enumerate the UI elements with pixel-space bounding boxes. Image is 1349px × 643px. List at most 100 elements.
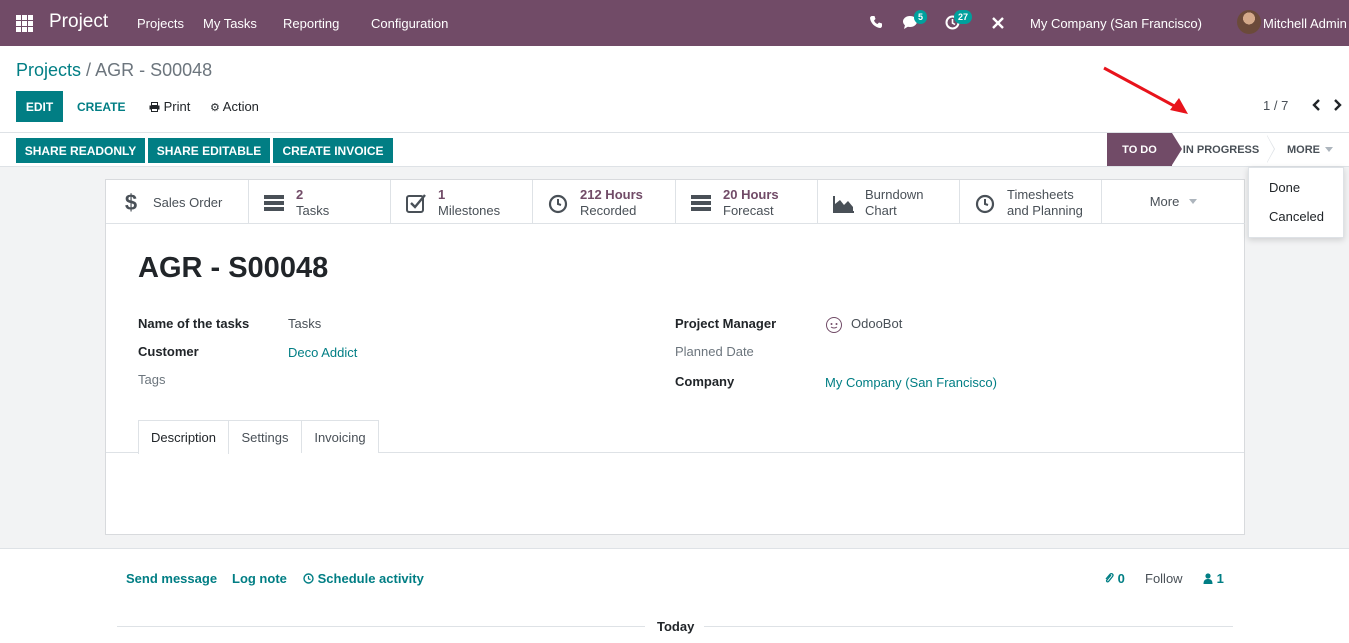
checkbox-icon [406,194,426,213]
log-note-button[interactable]: Log note [232,571,287,586]
burndown-label-line1: Burndown [865,187,924,202]
dollar-icon: $ [125,192,137,214]
clock-icon [975,194,995,214]
smart-button-recorded-hours[interactable]: 212 Hours Recorded [533,180,676,224]
attachments-button[interactable]: 0 [1104,571,1125,586]
apps-menu-icon[interactable] [16,15,33,32]
smart-more-label: More [1149,194,1180,209]
debug-tools-icon[interactable] [991,16,1005,30]
chatter: Send message Log note Schedule activity … [0,548,1349,643]
customer-value[interactable]: Deco Addict [288,345,357,360]
breadcrumb: Projects / AGR - S00048 [16,60,212,81]
breadcrumb-projects[interactable]: Projects [16,60,81,80]
timesheets-label-line1: Timesheets [1007,187,1074,202]
menu-configuration[interactable]: Configuration [371,16,448,31]
activities-badge: 27 [954,10,973,24]
share-readonly-button[interactable]: SHARE READONLY [16,138,145,163]
messages-badge: 5 [914,10,928,24]
company-switcher[interactable]: My Company (San Francisco) [1030,16,1202,31]
smart-button-sales-order[interactable]: $ Sales Order [106,180,249,224]
odoobot-avatar-icon [826,317,842,333]
attachments-count: 0 [1117,571,1125,586]
user-menu[interactable]: Mitchell Admin [1263,16,1347,31]
print-icon [149,102,160,112]
followers-button[interactable]: 1 [1203,571,1224,586]
svg-text:$: $ [125,192,137,214]
create-button[interactable]: CREATE [77,100,125,114]
status-bar: SHARE READONLY SHARE EDITABLE CREATE INV… [0,132,1349,167]
milestones-label: Milestones [438,203,501,218]
name-of-tasks-value[interactable]: Tasks [288,316,321,331]
smart-button-milestones[interactable]: 1 Milestones [391,180,533,224]
breadcrumb-separator: / [86,60,92,80]
tab-invoicing[interactable]: Invoicing [302,420,379,453]
gear-icon: ⚙ [210,102,220,114]
schedule-activity-button[interactable]: Schedule activity [303,571,424,586]
customer-label: Customer [138,344,199,359]
stage-more-label: MORE [1287,143,1320,156]
smart-button-tasks[interactable]: 2 Tasks [249,180,391,224]
menu-reporting[interactable]: Reporting [283,16,339,31]
stage-to-do[interactable]: TO DO [1107,133,1182,166]
stage-more-dropdown[interactable]: MORE [1280,133,1340,166]
smart-button-forecast-hours[interactable]: 20 Hours Forecast [676,180,818,224]
caret-down-icon [1189,199,1198,204]
create-invoice-button[interactable]: CREATE INVOICE [273,138,393,163]
annotation-arrow-icon [1103,66,1188,114]
chevron-left-icon[interactable] [1311,99,1321,111]
user-avatar[interactable] [1237,10,1261,34]
company-value[interactable]: My Company (San Francisco) [825,375,997,390]
menu-projects[interactable]: Projects [137,16,184,31]
smart-button-timesheets-planning[interactable]: Timesheets and Planning [960,180,1102,224]
user-icon [1203,573,1213,584]
tasks-label: Tasks [296,203,330,218]
project-manager-value[interactable]: OdooBot [851,316,902,331]
action-button[interactable]: ⚙ Action [210,99,259,114]
stage-in-progress[interactable]: IN PROGRESS [1175,133,1275,166]
tasks-icon [264,195,284,211]
timesheets-label-line2: and Planning [1007,203,1083,218]
forecast-hours-label: Forecast [723,203,774,218]
menu-my-tasks[interactable]: My Tasks [203,16,257,31]
clock-icon [303,573,314,584]
planned-date-label: Planned Date [675,344,754,359]
forecast-hours-value: 20 Hours [723,187,779,202]
print-button[interactable]: Print [149,99,190,114]
tags-label: Tags [138,372,166,387]
edit-button[interactable]: EDIT [16,91,63,122]
follow-button[interactable]: Follow [1145,571,1183,586]
tab-settings[interactable]: Settings [229,420,302,453]
clock-icon [548,194,568,214]
schedule-activity-label: Schedule activity [317,571,424,586]
smart-button-burndown-chart[interactable]: Burndown Chart [818,180,960,224]
phone-icon[interactable] [869,15,883,29]
dropdown-item-done[interactable]: Done [1269,180,1300,195]
burndown-label-line2: Chart [865,203,897,218]
pager-value[interactable]: 1 / 7 [1263,98,1288,113]
milestones-count: 1 [438,187,446,202]
followers-count: 1 [1216,571,1224,586]
tab-description[interactable]: Description [138,420,229,454]
action-label: Action [222,99,259,114]
tasks-icon [691,195,711,211]
app-brand[interactable]: Project [49,11,108,33]
share-editable-button[interactable]: SHARE EDITABLE [148,138,270,163]
top-navbar: Project Projects My Tasks Reporting Conf… [0,0,1349,46]
caret-down-icon [1325,147,1333,152]
stage-dropdown-menu: Done Canceled [1248,167,1344,238]
recorded-hours-value: 212 Hours [580,187,643,202]
print-label: Print [163,99,191,114]
record-title[interactable]: AGR - S00048 [138,252,328,285]
tasks-count: 2 [296,187,304,202]
send-message-button[interactable]: Send message [126,571,217,586]
form-sheet: $ Sales Order 2 Tasks 1 Milestones 212 H… [105,179,1245,535]
area-chart-icon [833,196,854,213]
breadcrumb-current: AGR - S00048 [95,60,213,80]
project-manager-label: Project Manager [675,316,777,331]
chevron-right-icon[interactable] [1333,99,1343,111]
smart-button-more[interactable]: More [1102,180,1245,224]
company-label: Company [675,374,735,389]
dropdown-item-canceled[interactable]: Canceled [1269,209,1324,224]
paperclip-icon [1105,572,1114,583]
divider-right [704,626,1233,627]
